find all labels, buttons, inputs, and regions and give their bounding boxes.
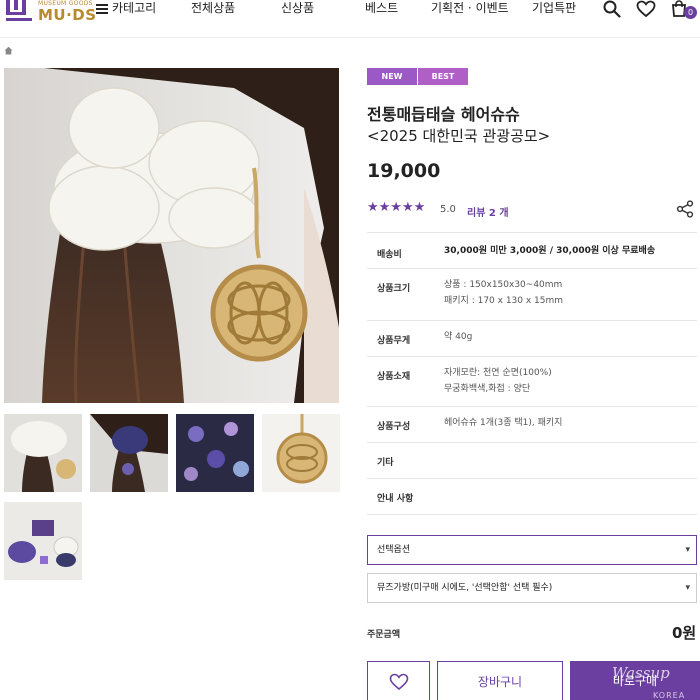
thumbnail-image xyxy=(90,414,168,492)
thumbnail-3[interactable] xyxy=(176,414,254,492)
info-row-composition: 상품구성 헤어슈슈 1개(3종 택1), 패키지 xyxy=(367,407,697,443)
info-value: 헤어슈슈 1개(3종 택1), 패키지 xyxy=(444,418,563,428)
product-title: 전통매듭태슬 헤어슈슈 xyxy=(367,105,520,124)
heart-icon xyxy=(389,673,408,691)
info-row-weight: 상품무게 약 40g xyxy=(367,321,697,357)
chevron-down-icon: ▾ xyxy=(685,583,690,593)
nav-item-category[interactable]: 카테고리 xyxy=(96,0,156,16)
thumbnail-1[interactable] xyxy=(4,414,82,492)
thumbnail-4[interactable] xyxy=(262,414,340,492)
nav-item-label: 카테고리 xyxy=(112,1,157,15)
info-value: 약 40g xyxy=(444,332,473,342)
nav-item-all-products[interactable]: 전체상품 xyxy=(191,0,235,16)
info-label: 기타 xyxy=(377,458,394,468)
option-select[interactable]: 선택옵션 ▾ xyxy=(367,535,697,565)
thumbnail-image xyxy=(4,414,82,492)
wishlist-button[interactable] xyxy=(367,661,430,700)
info-label: 안내 사항 xyxy=(377,494,414,504)
info-row-material: 상품소재 자개모란: 천연 순면(100%) 무궁화백색,화접 : 양단 xyxy=(367,357,697,407)
info-label: 상품소재 xyxy=(377,372,411,382)
info-row-notice: 안내 사항 xyxy=(367,479,697,515)
share-icon[interactable] xyxy=(676,200,694,218)
badge-new: NEW xyxy=(367,68,417,85)
option-select-value: 선택옵션 xyxy=(377,545,411,555)
heart-icon[interactable] xyxy=(636,0,656,18)
info-label: 상품크기 xyxy=(377,284,411,294)
thumbnail-image xyxy=(176,414,254,492)
bag-select-value: 뮤즈가방(미구매 시에도, '선택안함' 선택 필수) xyxy=(377,583,553,593)
site-header: MUSEUM GOODS MU·DS 카테고리 전체상품 신상품 베스트 기획전… xyxy=(0,0,700,38)
watermark-logo: Wassup xyxy=(612,664,670,682)
rating-score: 5.0 xyxy=(440,204,456,215)
product-price: 19,000 xyxy=(367,160,441,182)
info-value: 자개모란: 천연 순면(100%) xyxy=(444,368,552,378)
thumbnail-2[interactable] xyxy=(90,414,168,492)
info-value: 상품 : 150x150x30~40mm xyxy=(444,280,563,290)
info-label: 상품구성 xyxy=(377,422,411,432)
main-product-image[interactable] xyxy=(4,68,339,403)
info-value: 30,000원 미만 3,000원 / 30,000원 이상 무료배송 xyxy=(444,246,656,256)
logo-title: MU·DS xyxy=(38,6,97,24)
thumbnail-image xyxy=(4,502,82,580)
thumbnail-image xyxy=(262,414,340,492)
logo-mark-icon xyxy=(4,0,34,22)
watermark-sub: KOREA xyxy=(653,691,686,700)
rating-stars: ★★★★★ xyxy=(367,200,426,215)
search-icon[interactable] xyxy=(603,0,621,18)
cart-count-badge: 0 xyxy=(684,6,697,19)
nav-item-new[interactable]: 신상품 xyxy=(281,0,314,16)
badge-best: BEST xyxy=(418,68,468,85)
info-label: 상품무게 xyxy=(377,336,411,346)
info-label: 배송비 xyxy=(377,250,402,260)
info-row-etc: 기타 xyxy=(367,443,697,479)
site-logo[interactable]: MUSEUM GOODS MU·DS xyxy=(4,0,97,23)
nav-item-best[interactable]: 베스트 xyxy=(365,0,398,16)
info-value: 패키지 : 170 x 130 x 15mm xyxy=(444,296,564,306)
order-total-label: 주문금액 xyxy=(367,630,401,640)
product-subtitle: <2025 대한민국 관광공모> xyxy=(367,127,551,145)
review-count-link[interactable]: 리뷰 2 개 xyxy=(467,204,509,219)
order-total-value: 0원 xyxy=(672,624,697,642)
chevron-down-icon: ▾ xyxy=(685,545,690,555)
nav-item-corporate[interactable]: 기업특판 xyxy=(532,0,576,16)
menu-icon xyxy=(96,3,108,14)
add-to-cart-button[interactable]: 장바구니 xyxy=(437,661,563,700)
product-photo-scrunchie xyxy=(4,68,339,403)
info-row-size: 상품크기 상품 : 150x150x30~40mm 패키지 : 170 x 13… xyxy=(367,269,697,321)
bag-option-select[interactable]: 뮤즈가방(미구매 시에도, '선택안함' 선택 필수) ▾ xyxy=(367,573,697,603)
thumbnail-5[interactable] xyxy=(4,502,82,580)
home-icon[interactable] xyxy=(4,46,13,55)
info-row-shipping: 배송비 30,000원 미만 3,000원 / 30,000원 이상 무료배송 xyxy=(367,232,697,269)
nav-item-events[interactable]: 기획전 · 이벤트 xyxy=(431,0,509,16)
info-value: 무궁화백색,화접 : 양단 xyxy=(444,384,531,394)
